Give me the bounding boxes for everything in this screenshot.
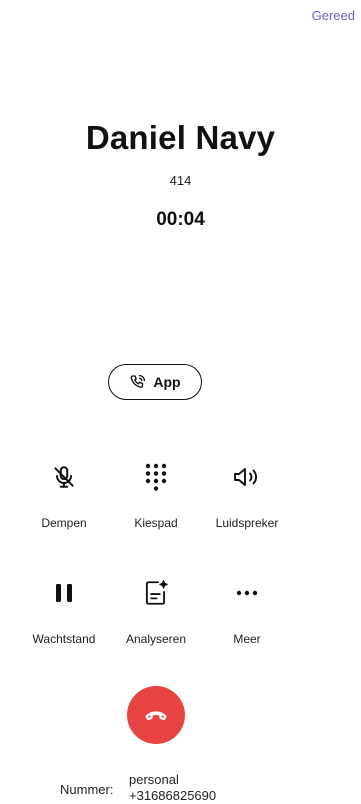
more-button[interactable]: Meer bbox=[197, 575, 297, 655]
analyze-document-icon bbox=[138, 575, 174, 611]
mute-label: Dempen bbox=[41, 516, 87, 530]
phone-number: +31686825690 bbox=[129, 788, 217, 803]
analyze-label: Analyseren bbox=[125, 632, 187, 646]
caller-extension: 414 bbox=[169, 173, 192, 188]
phone-transfer-icon bbox=[129, 373, 147, 391]
number-type: personal bbox=[129, 772, 179, 787]
mic-off-icon bbox=[46, 459, 82, 495]
keypad-button[interactable]: Kiespad bbox=[106, 459, 206, 539]
keypad-icon bbox=[138, 459, 174, 495]
hold-button[interactable]: Wachtstand bbox=[14, 575, 114, 655]
hang-up-icon bbox=[144, 708, 168, 722]
speaker-label: Luidspreker bbox=[215, 516, 279, 530]
pause-icon bbox=[46, 575, 82, 611]
call-timer: 00:04 bbox=[156, 209, 205, 230]
app-button[interactable]: App bbox=[108, 364, 202, 400]
mute-button[interactable]: Dempen bbox=[14, 459, 114, 539]
hang-up-button[interactable] bbox=[127, 686, 185, 744]
caller-name: Daniel Navy bbox=[85, 119, 276, 156]
app-button-label: App bbox=[153, 374, 181, 390]
keypad-label: Kiespad bbox=[134, 516, 178, 530]
more-icon bbox=[229, 575, 265, 611]
more-label: Meer bbox=[233, 632, 261, 646]
number-label: Nummer: bbox=[60, 782, 114, 797]
speaker-icon bbox=[229, 459, 265, 495]
analyze-button[interactable]: Analyseren bbox=[106, 575, 206, 655]
speaker-button[interactable]: Luidspreker bbox=[197, 459, 297, 539]
hold-label: Wachtstand bbox=[32, 632, 96, 646]
status-text: Gereed bbox=[311, 8, 355, 23]
